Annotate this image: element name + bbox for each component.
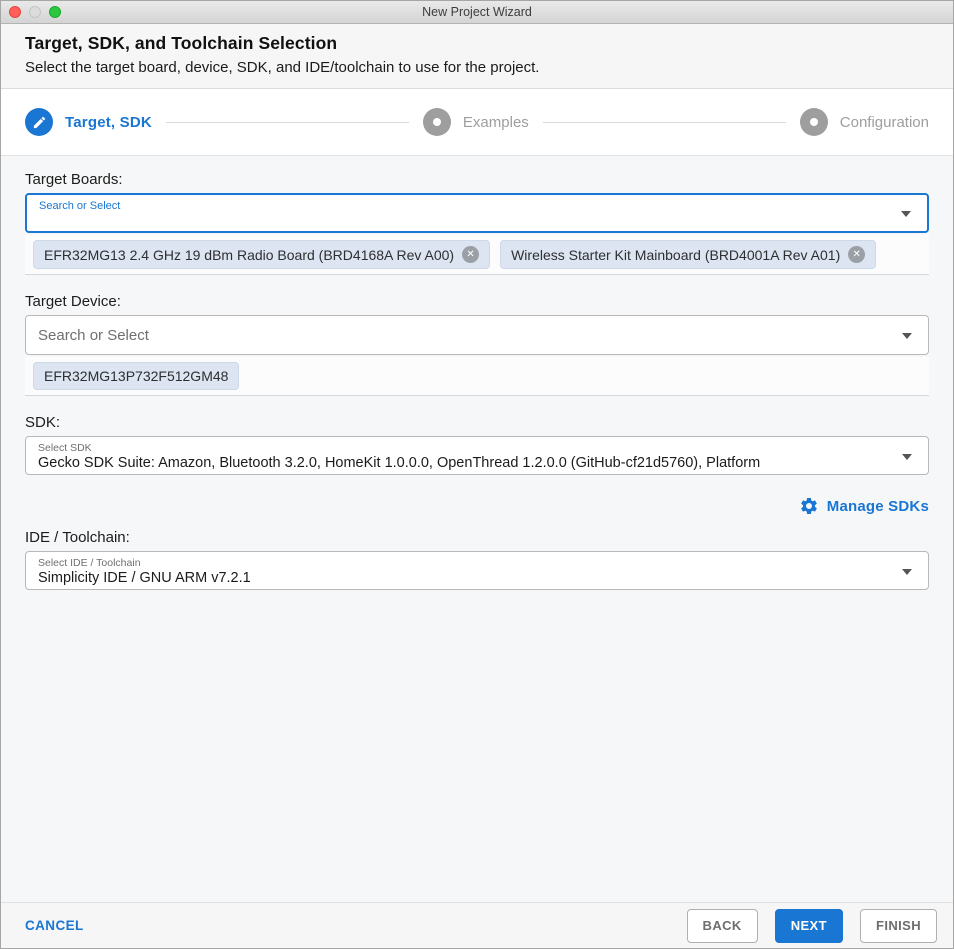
step-label-target-sdk: Target, SDK: [65, 113, 152, 131]
sdk-select-label: Select SDK: [38, 442, 92, 454]
remove-chip-icon[interactable]: ✕: [462, 246, 480, 263]
cancel-button[interactable]: CANCEL: [25, 909, 84, 943]
sdk-label: SDK:: [25, 414, 61, 431]
wizard-stepper: Target, SDK Examples Configuration: [1, 89, 953, 156]
ide-toolchain-section: IDE / Toolchain: Select IDE / Toolchain …: [25, 529, 929, 590]
page-subtitle: Select the target board, device, SDK, an…: [25, 59, 540, 76]
step-dot-icon: [422, 108, 451, 136]
manage-sdks-button[interactable]: Manage SDKs: [25, 496, 929, 516]
target-device-chips-row: EFR32MG13P732F512GM48: [25, 357, 929, 396]
sdk-section: SDK: Select SDK Gecko SDK Suite: Amazon,…: [25, 414, 929, 516]
board-chip: EFR32MG13 2.4 GHz 19 dBm Radio Board (BR…: [33, 240, 491, 269]
device-chip: EFR32MG13P732F512GM48: [33, 362, 240, 390]
chevron-down-icon[interactable]: [901, 211, 911, 217]
back-button[interactable]: BACK: [686, 908, 758, 943]
target-boards-label: Target Boards:: [25, 171, 123, 188]
target-device-placeholder: Search or Select: [38, 326, 149, 344]
board-chip-label: EFR32MG13 2.4 GHz 19 dBm Radio Board (BR…: [44, 246, 455, 263]
target-device-label: Target Device:: [25, 293, 121, 310]
step-examples[interactable]: Examples: [422, 108, 529, 136]
finish-button[interactable]: FINISH: [859, 908, 937, 943]
step-dot-icon: [799, 108, 828, 136]
wizard-footer: CANCEL BACK NEXT FINISH: [1, 902, 953, 948]
gear-icon: [799, 496, 819, 516]
close-window-button[interactable]: [9, 6, 21, 18]
target-boards-chips-row: EFR32MG13 2.4 GHz 19 dBm Radio Board (BR…: [25, 235, 929, 275]
chevron-down-icon[interactable]: [902, 333, 912, 339]
window-title: New Project Wizard: [422, 5, 532, 19]
chevron-down-icon[interactable]: [902, 568, 912, 575]
remove-chip-icon[interactable]: ✕: [848, 246, 866, 263]
manage-sdks-label: Manage SDKs: [826, 497, 929, 515]
target-boards-select[interactable]: Search or Select: [25, 193, 929, 233]
window-titlebar: New Project Wizard: [1, 1, 953, 24]
device-chip-label: EFR32MG13P732F512GM48: [44, 368, 229, 384]
board-chip: Wireless Starter Kit Mainboard (BRD4001A…: [500, 240, 877, 269]
target-boards-section: Target Boards: Search or Select EFR32MG1…: [25, 171, 929, 275]
ide-toolchain-select[interactable]: Select IDE / Toolchain Simplicity IDE / …: [25, 551, 929, 590]
sdk-select-value: Gecko SDK Suite: Amazon, Bluetooth 3.2.0…: [38, 455, 761, 471]
step-configuration[interactable]: Configuration: [799, 108, 929, 136]
target-device-select[interactable]: Search or Select: [25, 315, 929, 355]
next-button[interactable]: NEXT: [774, 908, 843, 943]
zoom-window-button[interactable]: [49, 6, 61, 18]
ide-toolchain-select-value: Simplicity IDE / GNU ARM v7.2.1: [38, 570, 251, 586]
new-project-wizard-window: New Project Wizard Target, SDK, and Tool…: [0, 0, 954, 949]
stepper-connector: [165, 121, 409, 123]
page-title: Target, SDK, and Toolchain Selection: [25, 33, 338, 53]
target-boards-placeholder: Search or Select: [39, 200, 121, 212]
step-target-sdk[interactable]: Target, SDK: [25, 108, 152, 136]
wizard-header: Target, SDK, and Toolchain Selection Sel…: [1, 24, 953, 89]
board-chip-label: Wireless Starter Kit Mainboard (BRD4001A…: [511, 246, 841, 263]
sdk-select[interactable]: Select SDK Gecko SDK Suite: Amazon, Blue…: [25, 436, 929, 475]
wizard-form: Target Boards: Search or Select EFR32MG1…: [1, 156, 953, 902]
traffic-lights: [9, 1, 61, 23]
pencil-icon: [25, 108, 53, 136]
target-device-section: Target Device: Search or Select EFR32MG1…: [25, 293, 929, 396]
stepper-connector: [542, 121, 786, 123]
chevron-down-icon[interactable]: [902, 453, 912, 460]
ide-toolchain-label: IDE / Toolchain:: [25, 529, 130, 546]
step-label-examples: Examples: [462, 113, 529, 131]
minimize-window-button[interactable]: [29, 6, 41, 18]
ide-toolchain-select-label: Select IDE / Toolchain: [38, 557, 141, 569]
step-label-configuration: Configuration: [839, 113, 929, 131]
